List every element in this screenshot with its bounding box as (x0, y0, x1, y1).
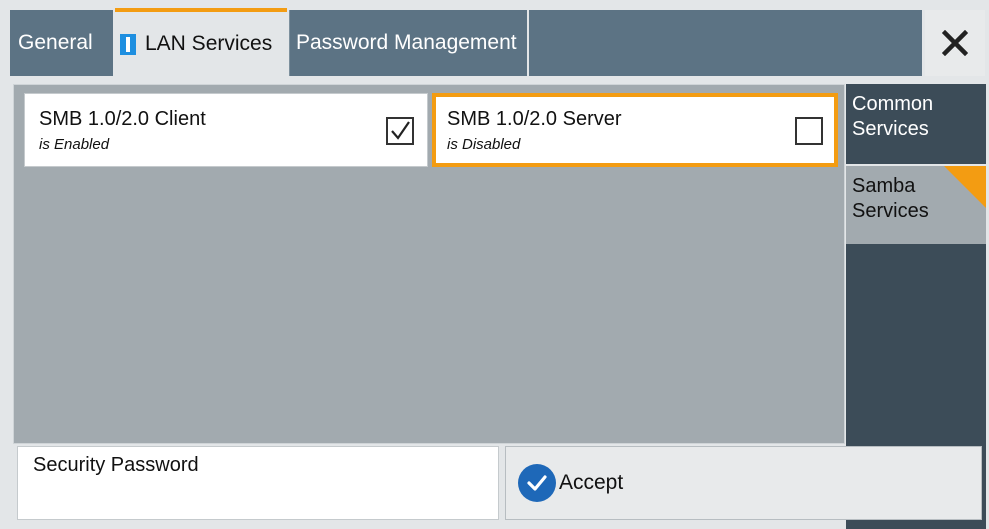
checkmark-circle-icon (518, 464, 556, 502)
tab-password-management-label: Password Management (296, 31, 517, 54)
close-icon (942, 30, 968, 56)
smb-server-checkbox[interactable] (795, 117, 823, 145)
side-item-samba-services-label: Samba Services (852, 175, 929, 222)
side-item-common-services-label: Common Services (852, 93, 934, 140)
smb-server-checkbox-card[interactable]: SMB 1.0/2.0 Server is Disabled (432, 93, 838, 167)
accept-label: Accept (559, 471, 624, 494)
smb-client-status: is Enabled (39, 136, 110, 153)
close-button[interactable] (925, 10, 985, 76)
smb-client-checkbox-card[interactable]: SMB 1.0/2.0 Client is Enabled (24, 93, 428, 167)
smb-client-checkbox[interactable] (386, 117, 414, 145)
tab-general-label: General (18, 31, 93, 54)
security-password-label: Security Password (33, 454, 199, 476)
tab-bar: General LAN Services Password Management (0, 0, 989, 76)
tab-general[interactable]: General (10, 10, 113, 76)
accept-button[interactable]: Accept (505, 446, 982, 520)
side-item-common-services[interactable]: Common Services (846, 84, 986, 164)
tab-password-management[interactable]: Password Management (289, 10, 527, 76)
tab-bar-filler (529, 10, 922, 76)
checkmark-icon (391, 121, 410, 140)
tab-lan-services[interactable]: LAN Services (115, 8, 287, 76)
smb-client-label: SMB 1.0/2.0 Client (39, 108, 206, 130)
smb-server-status: is Disabled (447, 136, 521, 153)
side-item-samba-services[interactable]: Samba Services (846, 166, 986, 244)
security-password-field[interactable]: Security Password (17, 446, 499, 520)
info-icon (120, 33, 136, 55)
smb-server-label: SMB 1.0/2.0 Server (447, 108, 622, 130)
tab-lan-services-label: LAN Services (145, 32, 273, 55)
